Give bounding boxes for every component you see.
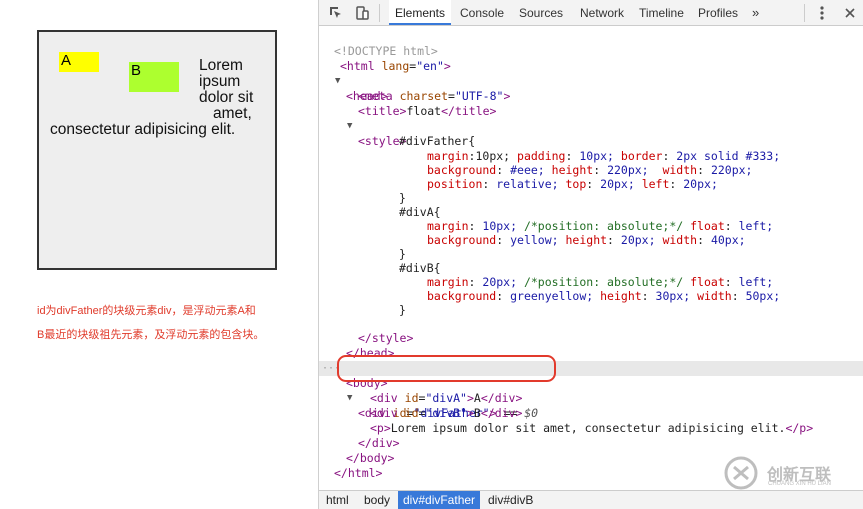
css-line: #divA{ xyxy=(319,190,863,219)
rendered-page-preview: A B Lorem ipsum dolor sit amet, consecte… xyxy=(0,0,318,509)
dom-node-div-b[interactable]: <div id="divB">B</div> xyxy=(319,391,863,420)
menu-icon[interactable] xyxy=(814,5,830,21)
css-line: margin: 10px; /*position: absolute;*/ fl… xyxy=(319,204,863,233)
close-icon[interactable] xyxy=(842,5,858,21)
css-line: #divFather{ xyxy=(319,119,863,148)
breadcrumb-body[interactable]: body xyxy=(359,491,395,509)
dom-node-html[interactable]: <html lang="en"> xyxy=(319,44,863,73)
tag-text: </html> xyxy=(334,466,383,480)
dom-tree: <!DOCTYPE html> <html lang="en"> ▼ <head… xyxy=(319,26,863,490)
css-line: position: relative; top: 20px; left: 20p… xyxy=(319,162,863,191)
tab-sources[interactable]: Sources xyxy=(519,0,563,25)
dom-node-div-close[interactable]: </div> xyxy=(319,421,863,450)
div-father-box: A B Lorem ipsum dolor sit amet, consecte… xyxy=(37,30,277,270)
tab-network[interactable]: Network xyxy=(580,0,624,25)
css-line: } xyxy=(319,288,863,317)
css-line: margin:10px; padding: 10px; border: 2px … xyxy=(319,134,863,163)
highlight-annotation xyxy=(337,355,556,382)
more-tabs-icon[interactable]: » xyxy=(752,0,759,25)
css-line: background: greenyellow; height: 30px; w… xyxy=(319,274,863,303)
paragraph-line: dolor sit xyxy=(199,89,254,106)
dom-node-head[interactable]: ▼ <head> xyxy=(319,59,863,103)
breadcrumb-html[interactable]: html xyxy=(321,491,354,509)
devtools-panel: Elements Console Sources Network Timelin… xyxy=(318,0,863,509)
dom-node-style[interactable]: ▼ <style> xyxy=(319,104,863,148)
annotation-caption: id为divFather的块级元素div，是浮动元素A和 xyxy=(37,305,256,317)
div-b-box: B xyxy=(129,62,179,92)
annotation-caption: B最近的块级祖先元素，及浮动元素的包含块。 xyxy=(37,329,265,341)
css-line: #divB{ xyxy=(319,246,863,275)
inspect-icon[interactable] xyxy=(328,5,344,21)
css-line: background: #eee; height: 220px; width: … xyxy=(319,148,863,177)
breadcrumb-div-father[interactable]: div#divFather xyxy=(398,491,481,509)
watermark-logo: 创新互联 CHUANG XIN HU LIAN xyxy=(723,455,863,495)
dom-node-doctype[interactable]: <!DOCTYPE html> xyxy=(319,29,863,58)
paragraph-line: amet, xyxy=(213,105,252,122)
device-mode-icon[interactable] xyxy=(354,5,370,21)
css-line: } xyxy=(319,176,863,205)
dom-node-meta[interactable]: <meta charset="UTF-8"> xyxy=(319,74,863,103)
watermark-subtitle: CHUANG XIN HU LIAN xyxy=(768,481,832,487)
css-line: } xyxy=(319,232,863,261)
div-a-box: A xyxy=(59,52,99,72)
paragraph-line: ipsum xyxy=(199,73,241,90)
css-line: margin: 20px; /*position: absolute;*/ fl… xyxy=(319,260,863,289)
dom-node-title[interactable]: <title>float</title> xyxy=(319,89,863,118)
dom-node-body-close[interactable]: </body> xyxy=(319,436,863,465)
tab-timeline[interactable]: Timeline xyxy=(639,0,684,25)
dom-node-p[interactable]: <p>Lorem ipsum dolor sit amet, consectet… xyxy=(319,406,863,435)
watermark-logo-icon xyxy=(724,456,758,490)
paragraph-line: Lorem xyxy=(199,57,243,74)
dom-node-head-close[interactable]: </head> xyxy=(319,331,863,360)
tab-profiles[interactable]: Profiles xyxy=(698,0,738,25)
css-line: background: yellow; height: 20px; width:… xyxy=(319,218,863,247)
toolbar-divider xyxy=(804,4,805,22)
paragraph-line: consectetur adipisicing elit. xyxy=(50,121,236,138)
toolbar-divider xyxy=(379,4,380,22)
devtools-tab-bar: Elements Console Sources Network Timelin… xyxy=(319,0,863,26)
tab-console[interactable]: Console xyxy=(460,0,504,25)
breadcrumb-div-b[interactable]: div#divB xyxy=(483,491,538,509)
tab-elements[interactable]: Elements xyxy=(389,0,451,25)
dom-node-style-close[interactable]: </style> xyxy=(319,316,863,345)
